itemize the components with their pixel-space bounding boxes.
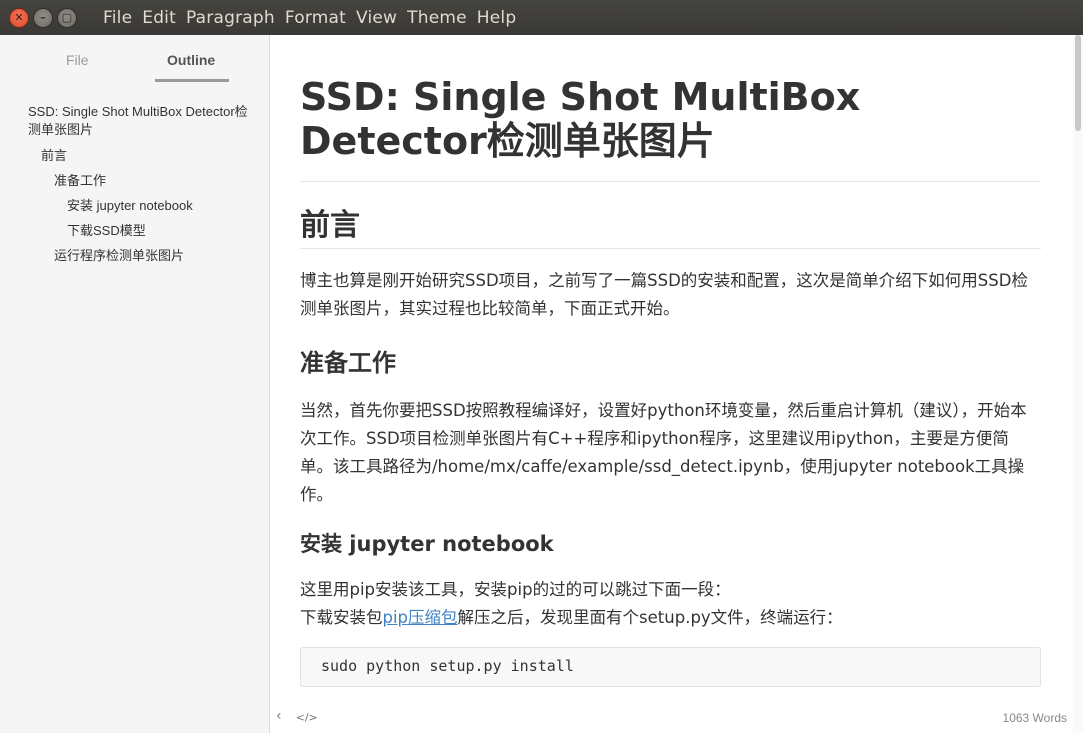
- outline-item-install-jupyter[interactable]: 安装 jupyter notebook: [67, 197, 193, 215]
- source-code-mode-icon[interactable]: </>: [296, 711, 318, 724]
- code-block[interactable]: sudo python setup.py install: [300, 647, 1041, 687]
- toggle-sidebar-icon[interactable]: ‹: [276, 708, 282, 724]
- paragraph-preparation: 当然，首先你要把SSD按照教程编译好，设置好python环境变量，然后重启计算机…: [300, 401, 1027, 504]
- menu-paragraph[interactable]: Paragraph: [186, 6, 275, 30]
- scrollbar-track[interactable]: [1073, 35, 1083, 733]
- menu-help[interactable]: Help: [477, 6, 517, 30]
- window-controls: ✕ – ▢: [9, 7, 77, 28]
- install-line-2-post: 解压之后，发现里面有个setup.py文件，终端运行：: [457, 608, 843, 627]
- document-editor[interactable]: SSD: Single Shot MultiBox Detector检测单张图片…: [300, 35, 1041, 705]
- install-line-2-pre: 下载安装包: [300, 608, 383, 627]
- outline-item-download-model[interactable]: 下载SSD模型: [67, 222, 146, 240]
- pip-package-link[interactable]: pip压缩包: [383, 608, 458, 627]
- heading-divider: [300, 248, 1041, 249]
- heading-preface: 前言: [300, 208, 360, 243]
- footer-icons: ‹ </>: [276, 708, 318, 724]
- install-line-2: 下载安装包pip压缩包解压之后，发现里面有个setup.py文件，终端运行：: [300, 604, 1041, 632]
- menu-bar: File Edit Paragraph Format View Theme He…: [103, 6, 526, 30]
- menu-file[interactable]: File: [103, 6, 132, 30]
- sidebar: File Outline SSD: Single Shot MultiBox D…: [0, 35, 270, 733]
- paragraph-intro: 博主也算是刚开始研究SSD项目，之前写了一篇SSD的安装和配置，这次是简单介绍下…: [300, 271, 1028, 318]
- scrollbar-thumb[interactable]: [1075, 35, 1081, 131]
- outline-item-run-detection[interactable]: 运行程序检测单张图片: [54, 247, 184, 265]
- close-icon: ✕: [14, 11, 24, 24]
- menu-edit[interactable]: Edit: [142, 6, 176, 30]
- active-tab-indicator: [155, 79, 229, 82]
- outline-item-title[interactable]: SSD: Single Shot MultiBox Detector检测单张图片: [28, 103, 256, 139]
- menu-format[interactable]: Format: [285, 6, 346, 30]
- install-line-1: 这里用pip安装该工具，安装pip的过的可以跳过下面一段：: [300, 580, 731, 599]
- minimize-icon: –: [40, 11, 46, 24]
- title-bar: ✕ – ▢ File Edit Paragraph Format View Th…: [0, 0, 1083, 35]
- tab-file[interactable]: File: [66, 52, 89, 68]
- outline-item-preparation[interactable]: 准备工作: [54, 172, 106, 190]
- sidebar-tabs: File Outline: [0, 35, 269, 83]
- tab-outline[interactable]: Outline: [167, 52, 215, 68]
- title-divider: [300, 181, 1041, 182]
- maximize-icon: ▢: [61, 11, 73, 24]
- menu-theme[interactable]: Theme: [407, 6, 467, 30]
- heading-preparation: 准备工作: [300, 349, 396, 377]
- outline-item-preface[interactable]: 前言: [41, 147, 67, 165]
- maximize-window-button[interactable]: ▢: [57, 7, 77, 28]
- document-title: SSD: Single Shot MultiBox Detector检测单张图片: [300, 75, 861, 163]
- paragraph-install: 这里用pip安装该工具，安装pip的过的可以跳过下面一段： 下载安装包pip压缩…: [300, 576, 1041, 632]
- minimize-window-button[interactable]: –: [33, 7, 53, 28]
- close-window-button[interactable]: ✕: [9, 7, 29, 28]
- word-count[interactable]: 1063 Words: [1003, 711, 1067, 725]
- heading-install-jupyter: 安装 jupyter notebook: [300, 532, 554, 556]
- menu-view[interactable]: View: [356, 6, 397, 30]
